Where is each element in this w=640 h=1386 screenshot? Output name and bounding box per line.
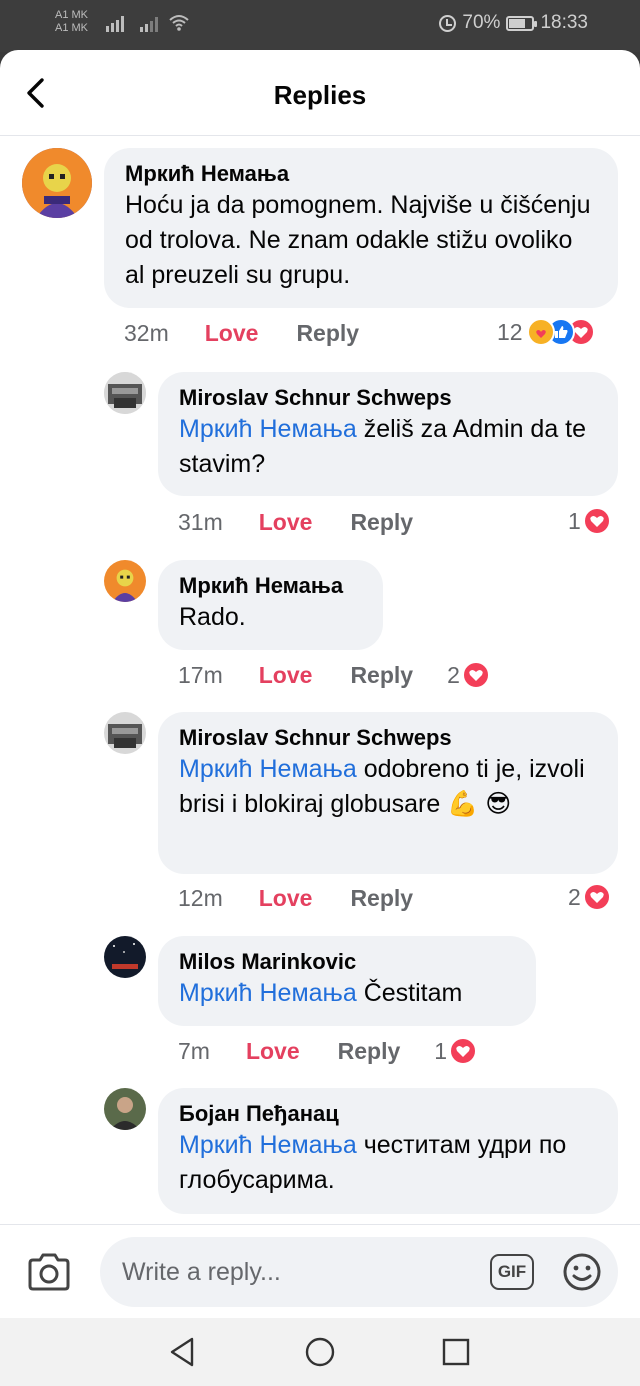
carrier-1: A1 MK	[55, 9, 89, 21]
comment-author[interactable]: Miroslav Schnur Schweps	[179, 724, 598, 752]
carrier-labels: A1 MK A1 MK	[55, 9, 88, 35]
reaction-count: 2	[568, 883, 581, 910]
reply-button[interactable]: Reply	[350, 509, 413, 536]
reply-input[interactable]	[100, 1237, 618, 1307]
system-nav-bar	[0, 1318, 640, 1386]
avatar[interactable]	[22, 148, 92, 218]
reaction-count: 2	[447, 661, 460, 688]
clock: 18:33	[540, 12, 588, 33]
camera-icon[interactable]	[26, 1250, 72, 1294]
reaction-summary[interactable]: 2	[447, 661, 490, 689]
avatar[interactable]	[104, 1088, 146, 1130]
love-button[interactable]: Love	[259, 885, 313, 912]
mention-link[interactable]: Мркић Немања	[179, 755, 357, 783]
mention-link[interactable]: Мркић Немања	[179, 979, 357, 1007]
avatar[interactable]	[104, 372, 146, 414]
comment-time[interactable]: 32m	[124, 320, 169, 347]
battery-percent: 70%	[462, 12, 501, 33]
comment-bubble: Мркић Немања Hoću ja da pomognem. Najviš…	[104, 148, 618, 308]
comment-bubble: Мркић Немања Rado.	[158, 560, 383, 650]
love-button[interactable]: Love	[259, 662, 313, 689]
battery-icon	[506, 15, 538, 31]
comment-body: Čestitam	[356, 979, 463, 1007]
comment-text: Мркић Немања честитам удри по глобусарим…	[179, 1128, 598, 1198]
page-title: Replies	[273, 80, 367, 110]
comment-author[interactable]: Бојан Пеђанац	[179, 1100, 598, 1128]
replies-screen: Replies Мркић Немања Hoću ja da pomognem…	[0, 50, 640, 1386]
comment-actions: 31m Love Reply	[178, 509, 413, 536]
comment-author[interactable]: Miroslav Schnur Schweps	[179, 384, 598, 412]
reply-button[interactable]: Reply	[296, 320, 359, 347]
comment-time[interactable]: 17m	[178, 662, 223, 689]
comment-bubble: Miroslav Schnur Schweps Мркић Немања žel…	[158, 372, 618, 496]
love-button[interactable]: Love	[259, 509, 313, 536]
reaction-summary[interactable]: 12	[497, 318, 595, 346]
header: Replies	[0, 50, 640, 136]
mention-link[interactable]: Мркић Немања	[179, 415, 357, 443]
heart-reaction-icon	[449, 1037, 478, 1065]
comment-actions: 32m Love Reply	[124, 320, 359, 347]
reaction-summary[interactable]: 2	[568, 883, 611, 911]
comment-author[interactable]: Мркић Немања	[179, 572, 363, 600]
comment-time[interactable]: 31m	[178, 509, 223, 536]
reaction-count: 1	[434, 1037, 448, 1064]
back-triangle-icon[interactable]	[166, 1335, 200, 1369]
reply-button[interactable]: Reply	[338, 1038, 401, 1065]
heart-reaction-icon	[582, 507, 611, 535]
reaction-summary[interactable]: 1	[568, 507, 611, 535]
comment-author[interactable]: Мркић Немања	[125, 160, 598, 188]
comment-time[interactable]: 12m	[178, 885, 223, 912]
comment-author[interactable]: Milos Marinkovic	[179, 948, 516, 976]
sunglasses-emoji: 😎	[485, 790, 512, 818]
heart-reaction-icon	[582, 883, 611, 911]
comment-text: Hoću ja da pomognem. Najviše u čišćenju …	[125, 191, 591, 289]
avatar[interactable]	[104, 712, 146, 754]
signal-icon	[106, 14, 124, 32]
emoji-icon[interactable]	[562, 1252, 602, 1292]
comment-time[interactable]: 7m	[178, 1038, 210, 1065]
reaction-summary[interactable]: 1	[434, 1037, 478, 1065]
comment-actions: 12m Love Reply	[178, 885, 413, 912]
alarm-icon	[439, 14, 457, 32]
comment-bubble: Бојан Пеђанац Мркић Немања честитам удри…	[158, 1088, 618, 1214]
mention-link[interactable]: Мркић Немања	[179, 1131, 357, 1159]
home-circle-icon[interactable]	[303, 1335, 337, 1369]
comment-actions: 17m Love Reply 2	[178, 661, 490, 689]
love-button[interactable]: Love	[205, 320, 259, 347]
comment-text: Мркић Немања odobreno ti je, izvoli bris…	[179, 752, 598, 822]
comment-bubble: Miroslav Schnur Schweps Мркић Немања odo…	[158, 712, 618, 874]
reply-button[interactable]: Reply	[350, 662, 413, 689]
avatar[interactable]	[104, 936, 146, 978]
care-reaction-icon	[526, 318, 555, 346]
comment-actions: 7m Love Reply 1	[178, 1037, 478, 1065]
wifi-icon	[169, 15, 189, 31]
gif-button[interactable]: GIF	[490, 1254, 534, 1290]
comment-text: Мркић Немања želiš za Admin da te stavim…	[179, 412, 598, 482]
reaction-count: 1	[568, 507, 581, 534]
reply-composer: GIF	[0, 1224, 640, 1318]
signal-icon	[140, 14, 158, 32]
recents-square-icon[interactable]	[439, 1335, 473, 1369]
status-right: 70% 18:33	[439, 12, 588, 34]
avatar[interactable]	[104, 560, 146, 602]
heart-reaction-icon	[461, 661, 490, 689]
love-button[interactable]: Love	[246, 1038, 300, 1065]
carrier-2: A1 MK	[55, 22, 89, 34]
reaction-count: 12	[497, 318, 523, 345]
comment-text: Rado.	[179, 603, 246, 631]
reply-button[interactable]: Reply	[350, 885, 413, 912]
comment-bubble: Milos Marinkovic Мркић Немања Čestitam	[158, 936, 536, 1026]
status-bar: A1 MK A1 MK 70% 18:33	[0, 0, 640, 52]
comment-text: Мркић Немања Čestitam	[179, 976, 516, 1011]
flexed-biceps-emoji: 💪	[447, 790, 479, 818]
